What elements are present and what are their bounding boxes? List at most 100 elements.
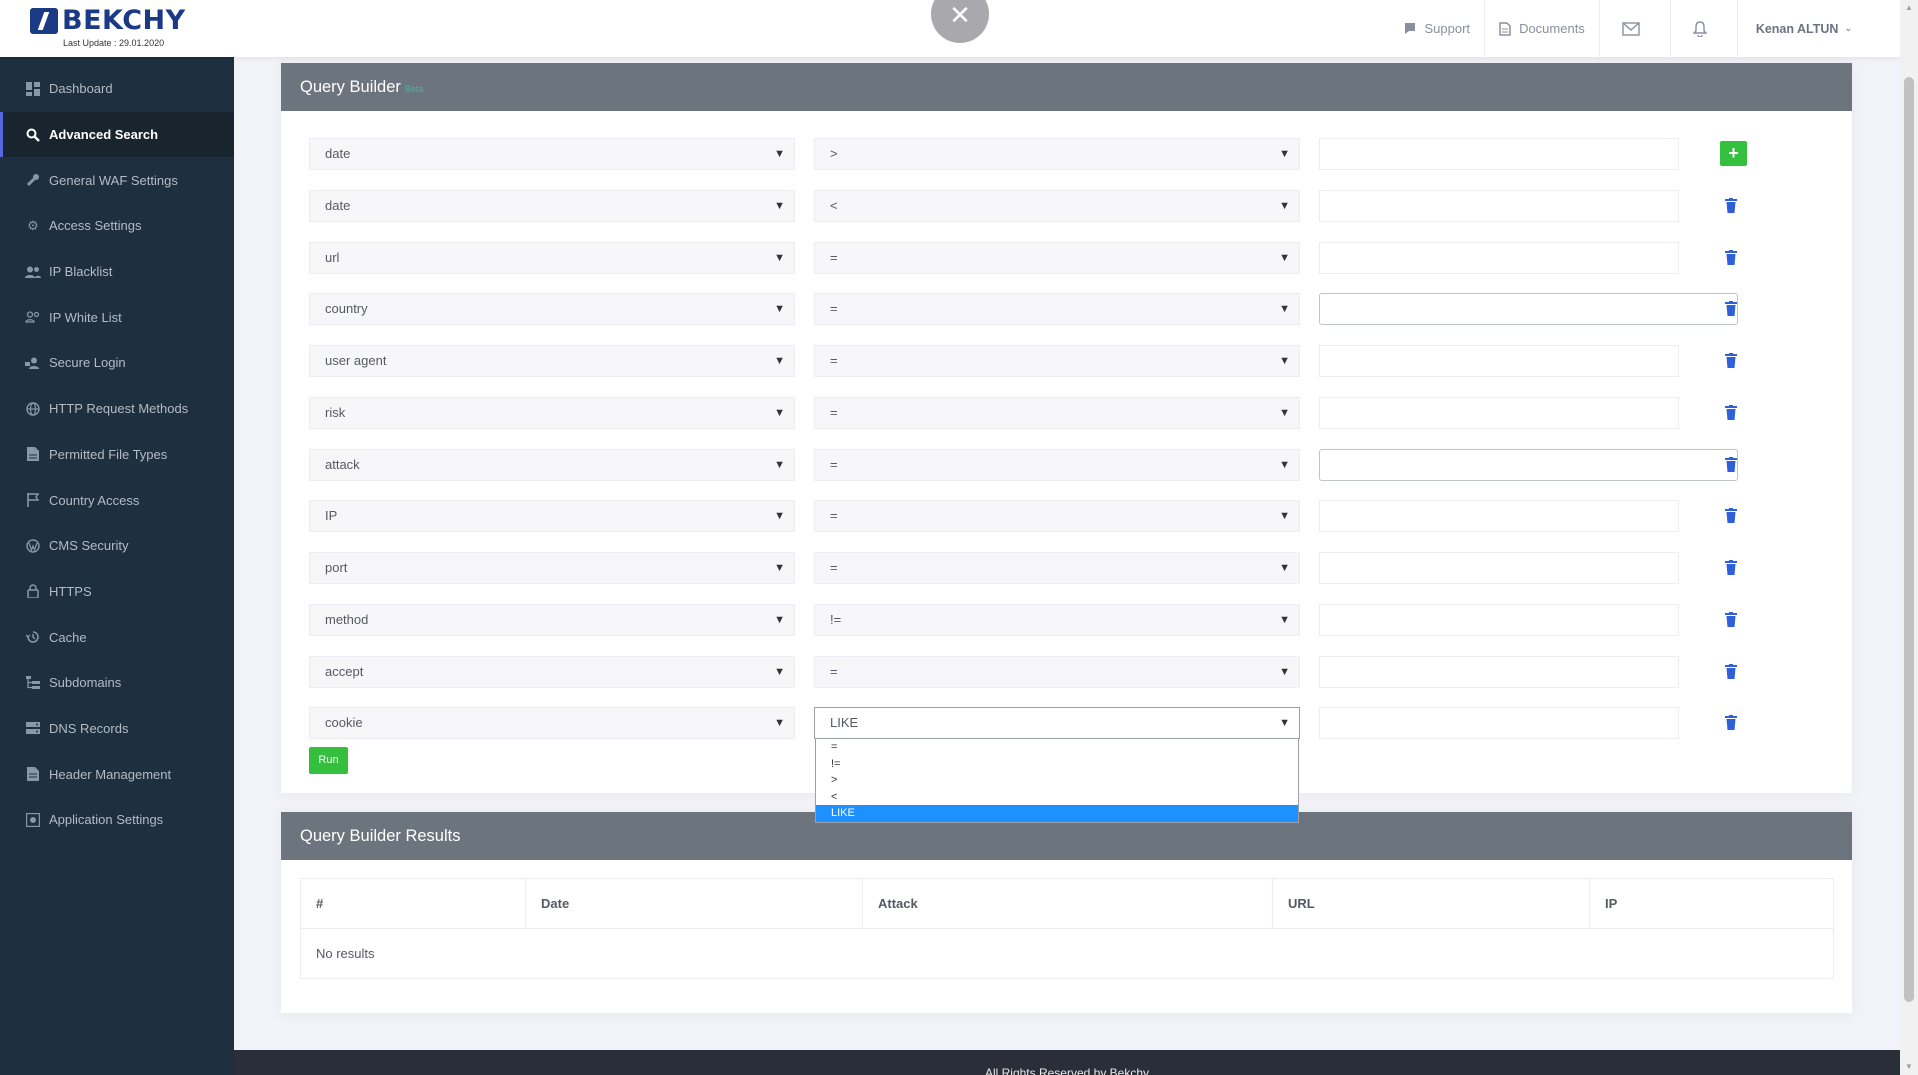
operator-select[interactable]: = ▼ [814,449,1300,481]
sidebar-item-ip-white-list[interactable]: IP White List [0,294,234,340]
operator-select[interactable]: = ▼ [814,500,1300,532]
trash-icon[interactable] [1725,457,1737,472]
value-input[interactable] [1319,449,1738,481]
field-select[interactable]: attack ▼ [309,449,795,481]
sidebar-item-access-settings[interactable]: ⚙ Access Settings [0,203,234,249]
operator-select[interactable]: = ▼ [814,656,1300,688]
run-button[interactable]: Run [309,747,348,774]
trash-icon[interactable] [1725,664,1737,679]
value-input[interactable] [1319,397,1679,429]
documents-link[interactable]: Documents [1484,0,1599,57]
operator-select[interactable]: != ▼ [814,604,1300,636]
scroll-up-arrow-icon[interactable]: ▲ [1904,3,1914,13]
dropdown-option-selected[interactable]: LIKE [816,805,1298,822]
user-menu[interactable]: Kenan ALTUN ⌄ [1736,0,1900,57]
operator-dropdown-list: = != > < LIKE [815,739,1299,823]
caret-down-icon: ▼ [1279,510,1290,522]
value-input[interactable] [1319,552,1679,584]
scroll-down-arrow-icon[interactable]: ▼ [1904,1062,1914,1072]
add-row-button[interactable]: + [1720,141,1747,166]
value-input[interactable] [1319,707,1679,739]
value-input[interactable] [1319,345,1679,377]
dropdown-option[interactable]: > [816,772,1298,789]
field-select[interactable]: accept ▼ [309,656,795,688]
value-input[interactable] [1319,604,1679,636]
operator-select[interactable]: = ▼ [814,345,1300,377]
column-header[interactable]: IP [1589,878,1834,929]
trash-icon[interactable] [1725,301,1737,316]
sidebar-item-general-waf-settings[interactable]: General WAF Settings [0,157,234,203]
caret-down-icon: ▼ [774,355,785,367]
operator-select[interactable]: = ▼ [814,242,1300,274]
field-select[interactable]: country ▼ [309,293,795,325]
column-header[interactable]: Attack [862,878,1273,929]
trash-icon[interactable] [1725,715,1737,730]
scrollbar-thumb[interactable] [1904,77,1914,1002]
logo[interactable]: BEKCHY Last Update : 29.01.2020 [30,5,210,48]
operator-select-value: = [830,664,838,679]
column-header[interactable]: URL [1272,878,1590,929]
operator-select[interactable]: < ▼ [814,190,1300,222]
caret-down-icon: ▼ [774,510,785,522]
operator-select-value: = [830,457,838,472]
sidebar-item-cms-security[interactable]: CMS Security [0,523,234,569]
field-select[interactable]: date ▼ [309,190,795,222]
field-select-value: date [325,198,351,213]
gear-icon: ⚙ [27,217,39,233]
field-select[interactable]: IP ▼ [309,500,795,532]
operator-select[interactable]: LIKE ▼ [814,707,1300,739]
sidebar-item-header-management[interactable]: Header Management [0,751,234,797]
trash-icon[interactable] [1725,560,1737,575]
value-input[interactable] [1319,190,1679,222]
field-select[interactable]: user agent ▼ [309,345,795,377]
results-table: # Date Attack URL IP No results [300,878,1834,979]
sidebar-item-advanced-search[interactable]: Advanced Search [0,111,234,158]
value-input[interactable] [1319,138,1679,170]
operator-select[interactable]: = ▼ [814,552,1300,584]
trash-icon[interactable] [1725,353,1737,368]
trash-icon[interactable] [1725,508,1737,523]
sidebar-item-subdomains[interactable]: Subdomains [0,660,234,706]
sidebar-item-dns-records[interactable]: DNS Records [0,706,234,752]
sidebar-item-label: DNS Records [49,720,129,736]
field-select[interactable]: url ▼ [309,242,795,274]
field-select[interactable]: risk ▼ [309,397,795,429]
notifications-button[interactable] [1669,0,1737,57]
dropdown-option[interactable]: < [816,789,1298,806]
value-input[interactable] [1319,242,1679,274]
trash-icon[interactable] [1725,250,1737,265]
sidebar-item-cache[interactable]: Cache [0,614,234,660]
field-select[interactable]: port ▼ [309,552,795,584]
dropdown-option[interactable]: = [816,739,1298,756]
sidebar-item-label: IP White List [49,309,122,325]
field-select[interactable]: method ▼ [309,604,795,636]
value-input[interactable] [1319,656,1679,688]
column-header[interactable]: # [300,878,526,929]
sidebar-item-dashboard[interactable]: Dashboard [0,66,234,112]
sidebar-item-secure-login[interactable]: Secure Login [0,340,234,386]
trash-icon[interactable] [1725,612,1737,627]
sidebar-item-permitted-file-types[interactable]: Permitted File Types [0,432,234,478]
field-select-value: method [325,612,369,627]
operator-select[interactable]: = ▼ [814,293,1300,325]
support-link[interactable]: Support [1389,0,1485,57]
value-input[interactable] [1319,293,1738,325]
page-scrollbar[interactable]: ▲ ▼ [1900,0,1918,1075]
field-select[interactable]: cookie ▼ [309,707,795,739]
column-header[interactable]: Date [525,878,863,929]
field-select[interactable]: date ▼ [309,138,795,170]
last-update: Last Update : 29.01.2020 [63,38,165,48]
sidebar-item-http-request-methods[interactable]: HTTP Request Methods [0,386,234,432]
dropdown-option[interactable]: != [816,756,1298,773]
caret-down-icon: ▼ [774,200,785,212]
trash-icon[interactable] [1725,198,1737,213]
sidebar-item-https[interactable]: HTTPS [0,569,234,615]
operator-select[interactable]: = ▼ [814,397,1300,429]
sidebar-item-ip-blacklist[interactable]: IP Blacklist [0,249,234,295]
messages-button[interactable] [1598,0,1670,57]
sidebar-item-country-access[interactable]: Country Access [0,477,234,523]
value-input[interactable] [1319,500,1679,532]
operator-select[interactable]: > ▼ [814,138,1300,170]
trash-icon[interactable] [1725,405,1737,420]
sidebar-item-application-settings[interactable]: Application Settings [0,797,234,843]
